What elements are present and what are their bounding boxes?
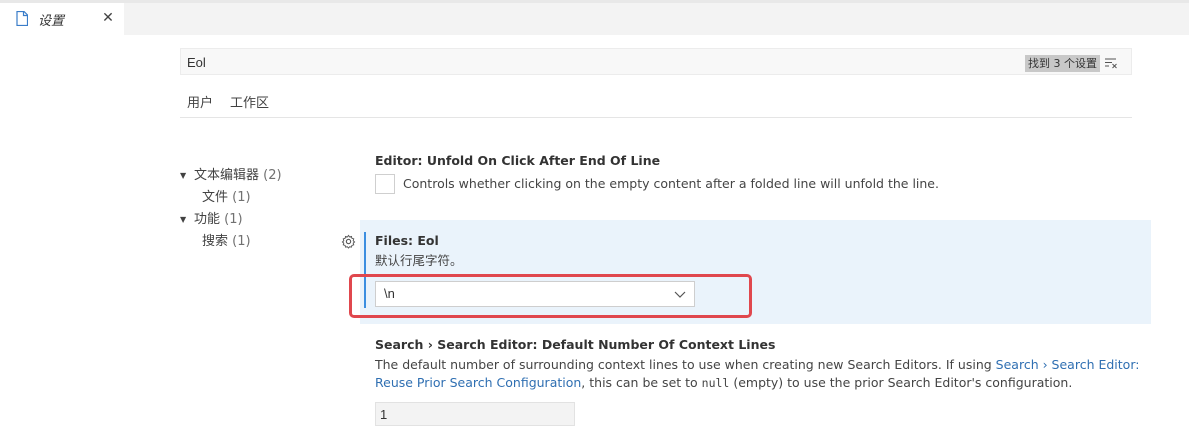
toc-item-search[interactable]: 搜索 (1) <box>178 231 338 253</box>
setting-title: Editor: Unfold On Click After End Of Lin… <box>375 153 661 168</box>
setting-title: Files: Eol <box>375 233 439 248</box>
setting-description: The default number of surrounding contex… <box>375 356 1145 392</box>
toc-item-count: (1) <box>232 190 251 205</box>
toc-item-label: 文本编辑器 <box>194 168 260 183</box>
toc-item-files[interactable]: 文件 (1) <box>178 187 338 209</box>
description-text: , this can be set to <box>581 375 702 390</box>
tab-workspace[interactable]: 工作区 <box>230 92 269 111</box>
settings-search-box: 找到 3 个设置 <box>180 48 1132 75</box>
setting-title: Search › Search Editor: Default Number O… <box>375 337 776 352</box>
red-highlight-annotation <box>349 274 752 318</box>
editor-tab-bar: 设置 ✕ <box>0 0 1189 35</box>
setting-editor-unfold-on-click: Editor: Unfold On Click After End Of Lin… <box>375 153 1145 194</box>
description-text: The default number of surrounding contex… <box>375 357 996 372</box>
gear-icon[interactable] <box>341 234 356 249</box>
toc-item-count: (1) <box>232 234 251 249</box>
close-icon[interactable]: ✕ <box>100 10 116 26</box>
context-lines-input[interactable] <box>375 402 575 426</box>
description-text: (empty) to use the prior Search Editor's… <box>729 375 1073 390</box>
setting-description: 默认行尾字符。 <box>375 253 463 268</box>
setting-description: Controls whether clicking on the empty c… <box>403 176 939 191</box>
toc-item-count: (2) <box>263 168 282 183</box>
chevron-down-icon: ▼ <box>180 215 187 224</box>
toc-item-features[interactable]: ▼ 功能 (1) <box>178 209 338 231</box>
toc-item-label: 文件 <box>202 190 229 205</box>
search-input[interactable] <box>185 52 1005 72</box>
toc-item-label: 搜索 <box>202 234 229 249</box>
tab-user[interactable]: 用户 <box>187 92 213 111</box>
results-count-badge: 找到 3 个设置 <box>1025 55 1100 72</box>
null-code: null <box>701 376 730 390</box>
clear-filter-icon[interactable] <box>1103 55 1119 71</box>
file-icon <box>16 11 28 26</box>
settings-tab[interactable]: 设置 ✕ <box>0 3 124 35</box>
setting-search-editor-context-lines: Search › Search Editor: Default Number O… <box>375 337 1145 392</box>
settings-scope-tabs: 用户 工作区 <box>180 88 1132 118</box>
tab-title: 设置 <box>38 14 65 29</box>
unfold-checkbox[interactable] <box>375 174 395 194</box>
toc-item-text-editor[interactable]: ▼ 文本编辑器 (2) <box>178 165 338 187</box>
setting-files-eol: Files: Eol 默认行尾字符。 <box>375 233 1135 270</box>
toc-item-label: 功能 <box>194 212 221 227</box>
toc-item-count: (1) <box>224 212 243 227</box>
settings-toc: ▼ 文本编辑器 (2) 文件 (1) ▼ 功能 (1) 搜索 (1) <box>178 165 338 253</box>
chevron-down-icon: ▼ <box>180 171 187 180</box>
